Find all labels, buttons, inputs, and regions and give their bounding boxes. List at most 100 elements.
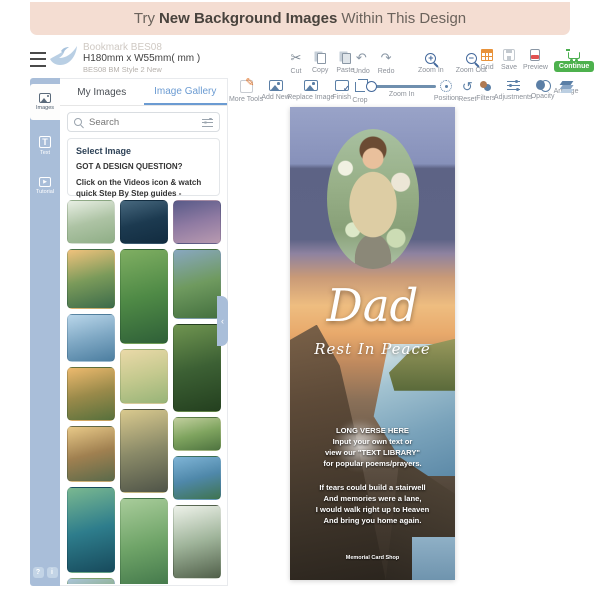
thumbnail-coast-headland-blue[interactable]: [173, 456, 221, 500]
bookmark-verse-poem[interactable]: If tears could build a stairwell And mem…: [294, 482, 451, 526]
preview-button[interactable]: Preview: [523, 49, 548, 71]
scissors-icon: [289, 51, 303, 65]
sidebar-images-label: Images: [35, 105, 55, 111]
thumbnail-sunset-hill[interactable]: [67, 367, 115, 421]
sidebar-item-text[interactable]: Text: [30, 128, 60, 164]
zoom-slider[interactable]: Zoom In: [365, 80, 436, 98]
search-input[interactable]: [87, 115, 197, 129]
thumbnail-rainbow-mountain[interactable]: [173, 249, 221, 319]
thumbnail-glen-valley-lake[interactable]: [120, 249, 168, 344]
product-style: BES08 BM Style 2 New: [83, 65, 162, 74]
cart-icon: [566, 49, 581, 62]
arrange-layers-icon: [559, 81, 573, 85]
reset-button[interactable]: Reset: [458, 80, 476, 103]
thumbnail-green-pasture-valley[interactable]: [120, 498, 168, 584]
verse2-line4: And bring you home again.: [323, 516, 422, 525]
save-button[interactable]: Save: [501, 49, 517, 71]
bookmark-canvas[interactable]: Dad Rest In Peace LONG VERSE HERE Input …: [290, 107, 455, 580]
zoom-slider-track[interactable]: [365, 80, 436, 92]
search-box[interactable]: [67, 112, 220, 132]
arrange-button[interactable]: Arrange: [554, 80, 578, 95]
design-help-box: Select Image GOT A DESIGN QUESTION? Clic…: [67, 138, 220, 198]
position-label: Position: [433, 95, 459, 102]
tab-my-images[interactable]: My Images: [60, 79, 144, 105]
sidebar-item-tutorial[interactable]: Tutorial: [30, 168, 60, 204]
verse2-line1: If tears could build a stairwell: [319, 483, 426, 492]
thumbnail-misty-lake-trees[interactable]: [67, 200, 115, 244]
undo-button[interactable]: Undo: [353, 51, 370, 75]
position-button[interactable]: Position: [433, 80, 459, 102]
thumbnail-cliffs-storm[interactable]: [120, 409, 168, 493]
thumbnail-twilight-purple[interactable]: [173, 200, 221, 244]
finish-button[interactable]: Finish: [332, 80, 352, 101]
thumbnail-sunset-cliff-river[interactable]: [67, 249, 115, 309]
info-button[interactable]: i: [46, 567, 58, 578]
banner-text-prefix: Try: [133, 10, 155, 27]
banner-text-suffix: Within This Design: [341, 10, 467, 27]
adjustments-label: Adjustments: [493, 94, 533, 101]
portrait-photo-oval[interactable]: [326, 129, 419, 269]
more-tools-button[interactable]: More Tools: [228, 76, 264, 103]
zoom-slider-label: Zoom In: [388, 91, 415, 98]
verse1-line1: LONG VERSE HERE: [336, 426, 409, 435]
grid-button[interactable]: Grid: [479, 49, 495, 71]
finish-label: Finish: [332, 94, 352, 101]
copy-button[interactable]: Copy: [312, 51, 328, 74]
thumbnail-stream-forest[interactable]: [173, 324, 221, 412]
thumbnail-golden-blur-blossom[interactable]: [120, 349, 168, 404]
opacity-label: Opacity: [530, 93, 555, 100]
thumbnail-rainbow-field[interactable]: [67, 578, 115, 584]
filters-button[interactable]: Filters: [476, 80, 496, 102]
panel-collapse-handle[interactable]: [217, 296, 228, 346]
bookmark-subtitle-text[interactable]: Rest In Peace: [290, 340, 455, 358]
images-icon: [39, 93, 51, 103]
position-crosshair-icon: [440, 80, 453, 92]
thumbnail-mountain-lake-blue[interactable]: [67, 314, 115, 362]
verse2-line2: And memories were a lane,: [323, 494, 422, 503]
add-new-button[interactable]: Add New: [261, 80, 290, 101]
cut-label: Cut: [290, 68, 302, 75]
text-icon: [39, 136, 51, 148]
tab-image-gallery[interactable]: Image Gallery: [143, 79, 227, 105]
thumbnail-golden-cliff-lake[interactable]: [67, 426, 115, 482]
verse1-line2: Input your own text or: [332, 437, 413, 446]
file-toolbar: Grid Save Preview Continue: [479, 49, 595, 72]
image-tools-toolbar: More Tools Add New Replace Image Finish …: [228, 76, 579, 104]
product-dimensions: H180mm x W55mm( mm ): [83, 53, 201, 64]
thumbnail-dark-lough[interactable]: [120, 200, 168, 244]
opacity-button[interactable]: Opacity: [530, 80, 555, 100]
crop-label: Crop: [352, 97, 368, 104]
adjustments-button[interactable]: Adjustments: [493, 80, 533, 101]
filter-icon[interactable]: [202, 117, 213, 127]
filters-label: Filters: [476, 95, 496, 102]
grid-label: Grid: [480, 64, 494, 71]
replace-image-icon: [303, 80, 318, 91]
more-tools-label: More Tools: [228, 96, 264, 103]
redo-button[interactable]: Redo: [378, 51, 395, 75]
filters-icon: [479, 80, 492, 92]
copy-icon: [317, 53, 327, 64]
crop-icon: [354, 79, 368, 92]
finish-check-icon: [334, 80, 350, 93]
help-button[interactable]: ?: [32, 567, 44, 578]
replace-image-button[interactable]: Replace Image: [287, 80, 334, 101]
thumbnail-sea-cliffs-green[interactable]: [67, 487, 115, 573]
thumbnail-waterfall-rocks[interactable]: [173, 505, 221, 579]
zoom-slider-knob[interactable]: [365, 80, 377, 92]
continue-label: Continue: [553, 61, 595, 72]
sidebar-item-images[interactable]: Images: [30, 84, 60, 120]
zoom-in-button[interactable]: Zoom In: [418, 52, 444, 74]
cut-button[interactable]: Cut: [288, 51, 304, 75]
bookmark-footer-credit: Memorial Card Shop: [345, 555, 400, 561]
bookmark-verse-placeholder[interactable]: LONG VERSE HERE Input your own text or v…: [294, 425, 451, 469]
opacity-circles-icon: [535, 80, 551, 92]
paste-button[interactable]: Paste: [336, 51, 354, 74]
continue-button[interactable]: Continue: [553, 49, 595, 72]
menu-icon[interactable]: [30, 52, 46, 67]
gallery-column: [67, 200, 115, 584]
verse1-line3: view our "TEXT LIBRARY": [324, 448, 421, 457]
bookmark-title-text[interactable]: Dad: [290, 279, 455, 332]
gallery-column: [120, 200, 168, 584]
thumbnail-stone-wall-fields[interactable]: [173, 417, 221, 451]
paste-icon: [342, 53, 352, 64]
